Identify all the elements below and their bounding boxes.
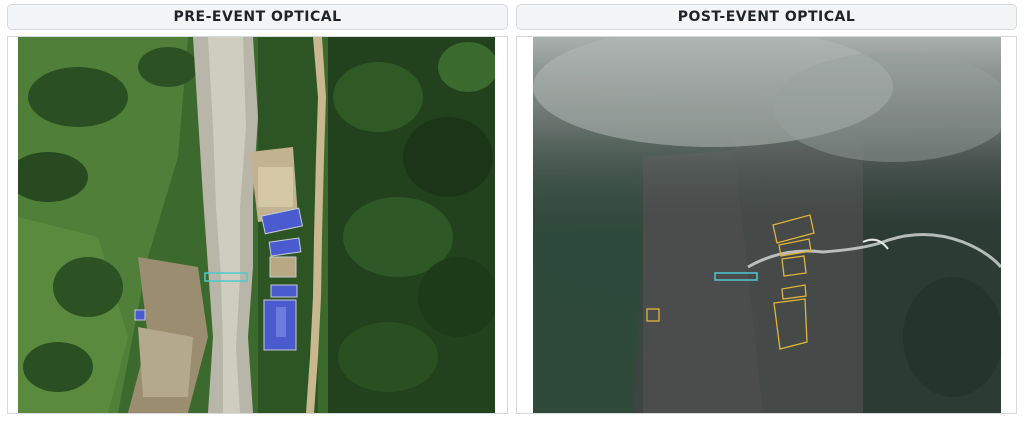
post-event-header: POST-EVENT OPTICAL — [516, 4, 1017, 30]
pre-event-header: PRE-EVENT OPTICAL — [7, 4, 508, 30]
pre-event-image-svg — [18, 37, 495, 413]
pre-event-title: PRE-EVENT OPTICAL — [173, 9, 342, 25]
post-event-title: POST-EVENT OPTICAL — [677, 9, 856, 25]
pre-event-image — [18, 37, 495, 413]
post-event-image — [533, 37, 1001, 413]
post-event-image-svg — [533, 37, 1001, 413]
